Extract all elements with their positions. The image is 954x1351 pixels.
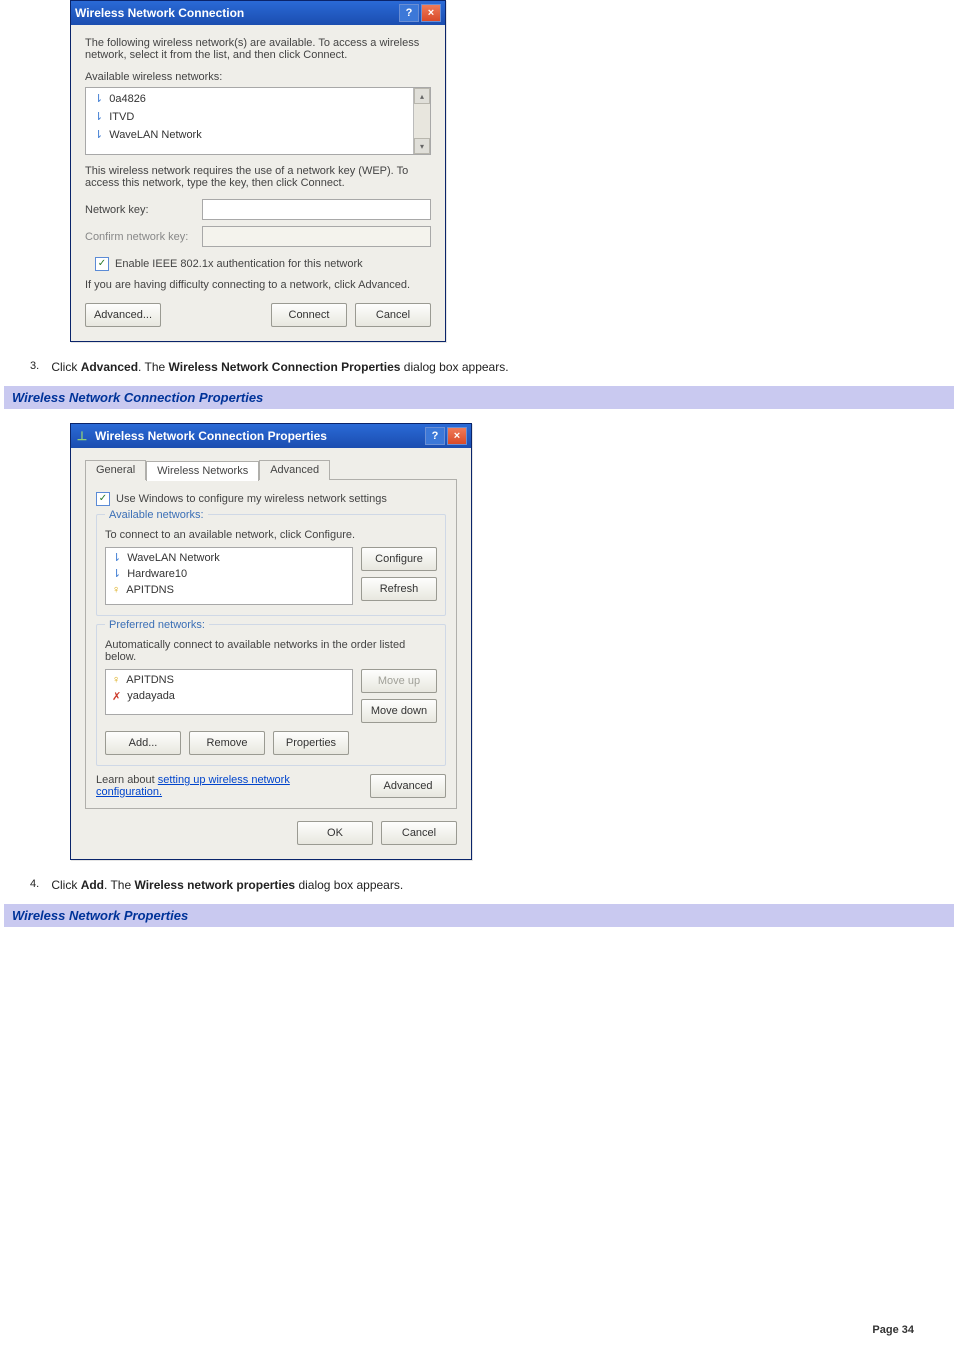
network-item[interactable]: ⇂ITVD [88,108,428,126]
available-networks-list[interactable]: ⇂0a4826 ⇂ITVD ⇂WaveLAN Network ▴ ▾ [85,87,431,155]
use-windows-checkbox[interactable]: ✓ [96,492,110,506]
confirm-key-input [202,226,431,247]
confirm-key-label: Confirm network key: [85,231,194,243]
step-number: 3. [30,360,48,372]
wireless-connection-dialog: Wireless Network Connection ? × The foll… [70,0,446,342]
signal-icon: ⇂ [94,112,103,123]
close-button[interactable]: × [421,4,441,22]
available-networks-list[interactable]: ⇂WaveLAN Network ⇂Hardware10 ♀APITDNS [105,547,353,605]
network-key-label: Network key: [85,204,194,216]
available-hint: To connect to an available network, clic… [105,529,437,541]
move-up-button: Move up [361,669,437,693]
network-item[interactable]: ⇂0a4826 [88,90,428,108]
wireless-properties-dialog: ⊥ Wireless Network Connection Properties… [70,423,472,860]
close-button[interactable]: × [447,427,467,445]
ieee-checkbox-label: Enable IEEE 802.1x authentication for th… [115,258,363,270]
advanced-button[interactable]: Advanced... [85,303,161,327]
available-networks-label: Available wireless networks: [85,71,431,83]
refresh-button[interactable]: Refresh [361,577,437,601]
titlebar: Wireless Network Connection ? × [71,1,445,25]
use-windows-label: Use Windows to configure my wireless net… [116,493,387,505]
add-button[interactable]: Add... [105,731,181,755]
ok-button[interactable]: OK [297,821,373,845]
secure-icon: ♀ [112,584,120,596]
list-item[interactable]: ⇂WaveLAN Network [108,550,350,566]
instruction-step: 4. Click Add. The Wireless network prope… [30,878,954,892]
list-item[interactable]: ⇂Hardware10 [108,566,350,582]
signal-icon: ⇂ [112,569,121,580]
difficulty-text: If you are having difficulty connecting … [85,279,431,291]
section-caption: Wireless Network Connection Properties [4,386,954,409]
unavailable-icon: ✗ [112,690,121,703]
page-number: Page 34 [872,1324,914,1336]
scroll-up-button[interactable]: ▴ [414,88,430,104]
advanced-button[interactable]: Advanced [370,774,446,798]
preferred-networks-list[interactable]: ♀APITDNS ✗yadayada [105,669,353,715]
list-item[interactable]: ♀APITDNS [108,672,350,688]
tab-wireless-networks[interactable]: Wireless Networks [146,461,259,481]
dialog-title: Wireless Network Connection [75,6,244,20]
network-key-input[interactable] [202,199,431,220]
configure-button[interactable]: Configure [361,547,437,571]
instruction-step: 3. Click Advanced. The Wireless Network … [30,360,954,374]
group-title: Preferred networks: [105,619,209,631]
cancel-button[interactable]: Cancel [381,821,457,845]
wep-text: This wireless network requires the use o… [85,165,431,189]
step-number: 4. [30,878,48,890]
signal-icon: ⇂ [112,553,121,564]
list-item[interactable]: ✗yadayada [108,688,350,704]
preferred-hint: Automatically connect to available netwo… [105,639,437,663]
properties-button[interactable]: Properties [273,731,349,755]
group-title: Available networks: [105,509,208,521]
signal-icon: ⇂ [94,130,103,141]
tab-advanced[interactable]: Advanced [259,460,330,480]
wireless-icon: ⊥ [75,429,89,443]
move-down-button[interactable]: Move down [361,699,437,723]
list-item[interactable]: ♀APITDNS [108,582,350,598]
scrollbar[interactable]: ▴ ▾ [413,88,430,154]
titlebar: ⊥ Wireless Network Connection Properties… [71,424,471,448]
help-button[interactable]: ? [399,4,419,22]
tab-general[interactable]: General [85,460,146,480]
tab-strip: General Wireless Networks Advanced [85,460,457,480]
cancel-button[interactable]: Cancel [355,303,431,327]
help-button[interactable]: ? [425,427,445,445]
connect-button[interactable]: Connect [271,303,347,327]
tab-content: ✓ Use Windows to configure my wireless n… [85,479,457,809]
preferred-networks-group: Preferred networks: Automatically connec… [96,624,446,766]
section-caption: Wireless Network Properties [4,904,954,927]
ieee-checkbox[interactable]: ✓ [95,257,109,271]
available-networks-group: Available networks: To connect to an ava… [96,514,446,616]
remove-button[interactable]: Remove [189,731,265,755]
dialog-title: Wireless Network Connection Properties [95,429,327,443]
intro-text: The following wireless network(s) are av… [85,37,431,61]
signal-icon: ⇂ [94,94,103,105]
secure-icon: ♀ [112,674,120,686]
learn-text: Learn about setting up wireless network … [96,774,326,798]
scroll-down-button[interactable]: ▾ [414,138,430,154]
network-item[interactable]: ⇂WaveLAN Network [88,126,428,144]
